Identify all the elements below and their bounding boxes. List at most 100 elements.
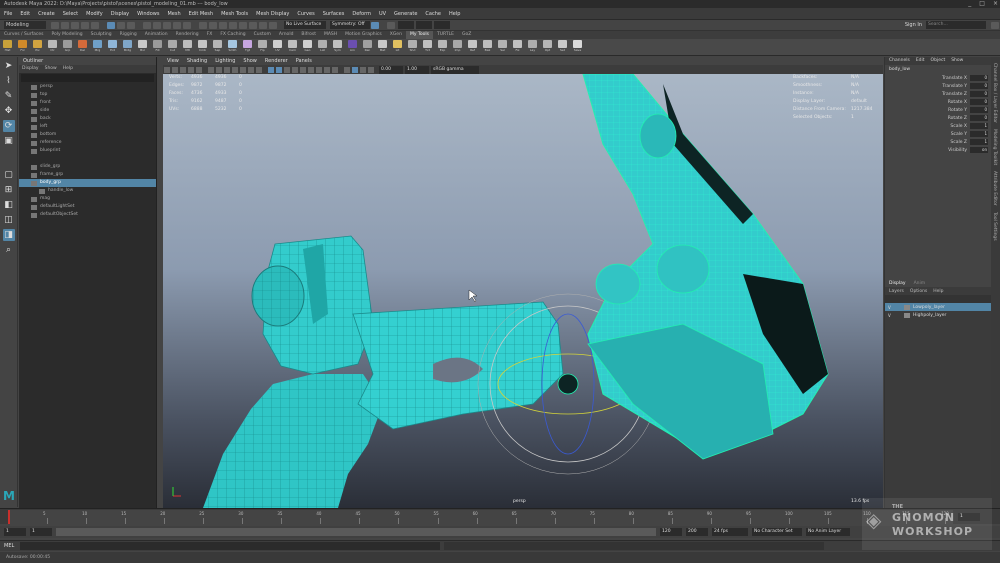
cb-attr-name[interactable]: Visibility xyxy=(948,148,967,153)
menu-modify[interactable]: Modify xyxy=(82,8,107,20)
shelf-button[interactable]: Lit xyxy=(391,40,404,54)
outliner-item[interactable]: back xyxy=(19,115,156,123)
layer-menu-help[interactable]: Help xyxy=(933,289,943,294)
wireframe-on-shaded-icon[interactable] xyxy=(268,66,274,73)
shelf-button[interactable]: Ref xyxy=(466,40,479,54)
shelf-tab-rigging[interactable]: Rigging xyxy=(116,31,141,39)
viewport-3d[interactable]: Verts: 4936 4936 0 Edges: 9872 9872 0 Faces: 4736… xyxy=(163,74,883,508)
z-field[interactable] xyxy=(434,21,450,29)
cb-attr-name[interactable]: Translate X xyxy=(942,76,967,81)
shelf-button[interactable]: Opt xyxy=(541,40,554,54)
outliner-item[interactable]: blueprint xyxy=(19,147,156,155)
menu-uv[interactable]: UV xyxy=(375,8,390,20)
menu-cache[interactable]: Cache xyxy=(421,8,445,20)
outliner-item[interactable]: defaultLightSet xyxy=(19,203,156,211)
menu-windows[interactable]: Windows xyxy=(133,8,163,20)
shelf-tab-animation[interactable]: Animation xyxy=(141,31,172,39)
sidetab-modeling-toolkit[interactable]: Modeling Toolkit xyxy=(992,129,997,165)
time-slider[interactable]: 5 10 15 20 25 30 35 40 45 50 55 60 65 70 75 80 85 90 95 100… xyxy=(0,508,1000,524)
undo-icon[interactable] xyxy=(81,21,89,29)
grid-icon[interactable] xyxy=(208,66,214,73)
cb-attr-value[interactable]: 0 xyxy=(970,91,988,97)
outliner-layout-icon[interactable]: ◧ xyxy=(3,199,15,211)
isolate-select-icon[interactable] xyxy=(344,66,350,73)
redo-icon[interactable] xyxy=(91,21,99,29)
lights-icon[interactable] xyxy=(292,66,298,73)
cb-menu-edit[interactable]: Edit xyxy=(916,57,925,65)
layer-tab-anim[interactable]: Anim xyxy=(914,281,926,286)
antialiasing-icon[interactable] xyxy=(324,66,330,73)
image-plane-icon[interactable] xyxy=(180,66,186,73)
live-surface-field[interactable]: No Live Surface xyxy=(284,21,326,29)
shelf-button[interactable]: Grp xyxy=(61,40,74,54)
shelf-button[interactable]: UV xyxy=(271,40,284,54)
shelf-tab-bifrost[interactable]: Bifrost xyxy=(297,31,320,39)
safe-title-icon[interactable] xyxy=(256,66,262,73)
sidetab-tool-settings[interactable]: Tool Settings xyxy=(992,212,997,241)
camera-attributes-icon[interactable] xyxy=(164,66,170,73)
shelf-button[interactable]: Brdg xyxy=(121,40,134,54)
shelf-button[interactable]: Sep xyxy=(211,40,224,54)
outliner-item[interactable]: defaultObjectSet xyxy=(19,211,156,219)
range-end-field[interactable]: 120 xyxy=(660,528,682,536)
fps-dropdown[interactable]: 24 fps xyxy=(712,528,748,536)
layer-menu-options[interactable]: Options xyxy=(910,289,927,294)
outliner-menu-show[interactable]: Show xyxy=(45,65,57,73)
shelf-button[interactable]: Exp xyxy=(436,40,449,54)
shelf-tab-turtle[interactable]: TURTLE xyxy=(433,31,458,39)
menu-deform[interactable]: Deform xyxy=(348,8,375,20)
open-scene-icon[interactable] xyxy=(61,21,69,29)
outliner-item[interactable]: left xyxy=(19,123,156,131)
cb-attr-value[interactable]: 0 xyxy=(970,115,988,121)
shelf-button[interactable]: Flp xyxy=(256,40,269,54)
shelf-tab-my-tools[interactable]: My Tools xyxy=(405,31,433,39)
select-tool-icon[interactable]: ➤ xyxy=(3,60,15,72)
outliner-item[interactable]: handle_low xyxy=(19,187,156,195)
grease-pencil-icon[interactable] xyxy=(196,66,202,73)
2d-pan-icon[interactable] xyxy=(188,66,194,73)
cb-attr-value[interactable]: 1 xyxy=(970,131,988,137)
shelf-button[interactable]: Mlt xyxy=(181,40,194,54)
xray-icon[interactable] xyxy=(352,66,358,73)
snap-grid-icon[interactable] xyxy=(143,21,151,29)
shelf-button[interactable]: Txt xyxy=(421,40,434,54)
four-view-icon[interactable]: ⊞ xyxy=(3,184,15,196)
menu-mesh[interactable]: Mesh xyxy=(163,8,184,20)
current-time-marker[interactable] xyxy=(8,510,10,524)
shelf-button[interactable]: Geo xyxy=(301,40,314,54)
range-inner-start-field[interactable]: 1 xyxy=(30,528,52,536)
outliner-item[interactable]: front xyxy=(19,99,156,107)
hypershade-icon[interactable] xyxy=(259,21,267,29)
shelf-tab-motion-graphics[interactable]: Motion Graphics xyxy=(341,31,386,39)
graph-layout-icon[interactable]: ◫ xyxy=(3,214,15,226)
cb-attr-value[interactable]: 0 xyxy=(970,75,988,81)
menu-select[interactable]: Select xyxy=(59,8,82,20)
render-settings-icon[interactable] xyxy=(249,21,257,29)
snap-view-icon[interactable] xyxy=(173,21,181,29)
menu-curves[interactable]: Curves xyxy=(293,8,318,20)
render-view-icon[interactable] xyxy=(219,21,227,29)
resolution-gate-icon[interactable] xyxy=(224,66,230,73)
shadows-icon[interactable] xyxy=(300,66,306,73)
cb-menu-show[interactable]: Show xyxy=(951,57,963,65)
cb-attr-name[interactable]: Translate Z xyxy=(942,92,967,97)
outliner-item[interactable]: side xyxy=(19,107,156,115)
select-by-component-icon[interactable] xyxy=(127,21,135,29)
shelf-tab-poly-modeling[interactable]: Poly Modeling xyxy=(48,31,87,39)
layer-visibility-icon[interactable]: V xyxy=(888,305,896,310)
outliner-item[interactable]: frame_grp xyxy=(19,171,156,179)
range-outer-end-field[interactable]: 200 xyxy=(686,528,708,536)
menu-help[interactable]: Help xyxy=(445,8,464,20)
shelf-button[interactable]: Fill xyxy=(151,40,164,54)
shelf-button[interactable]: Cut xyxy=(166,40,179,54)
color-space-dropdown[interactable]: sRGB gamma xyxy=(431,65,479,74)
outliner-item[interactable]: bottom xyxy=(19,131,156,139)
shelf-button[interactable]: Bak xyxy=(481,40,494,54)
input-output-icon[interactable] xyxy=(199,21,207,29)
snap-point-icon[interactable] xyxy=(163,21,171,29)
range-bar[interactable] xyxy=(56,528,656,536)
shelf-button[interactable]: Save xyxy=(571,40,584,54)
shelf-button[interactable]: Bvl xyxy=(136,40,149,54)
lasso-tool-icon[interactable]: ⌇ xyxy=(3,75,15,87)
persp-outliner-layout-icon[interactable]: ◨ xyxy=(2,229,15,241)
